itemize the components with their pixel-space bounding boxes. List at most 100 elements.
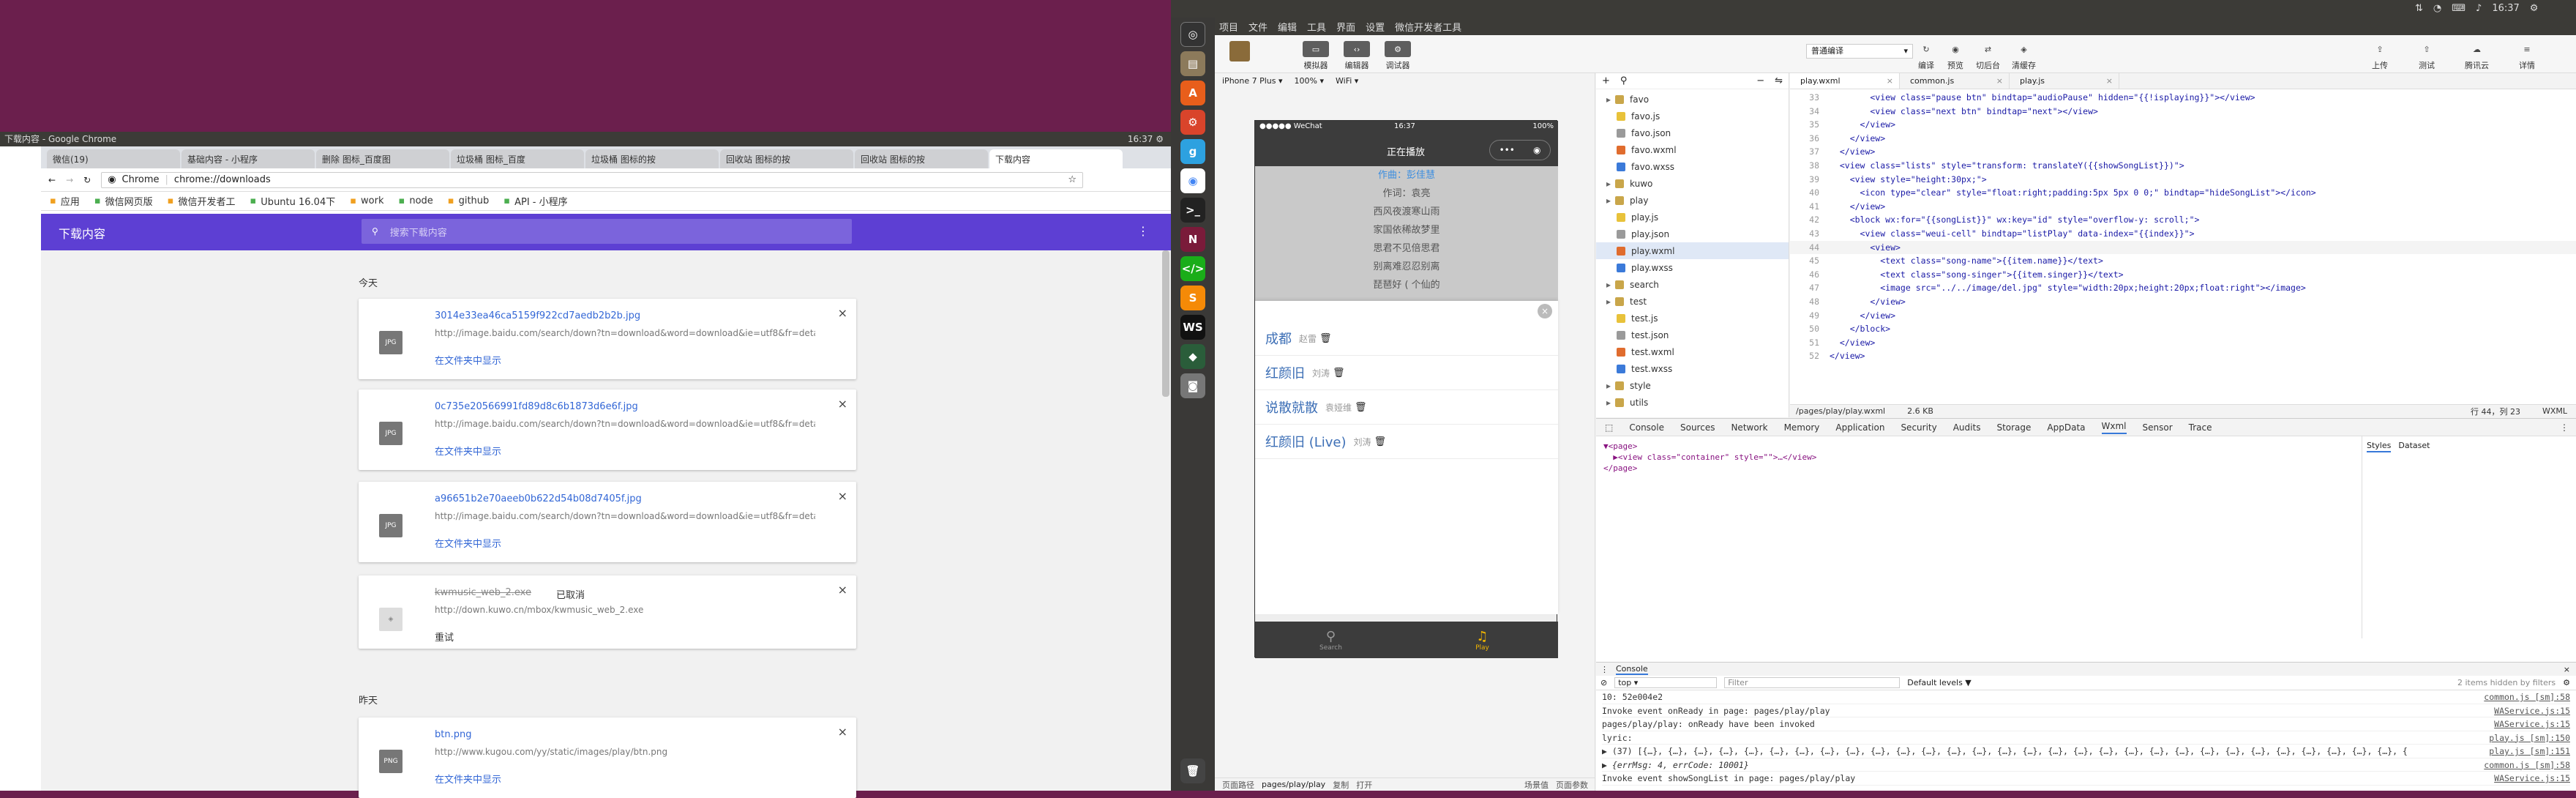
keyboard-icon[interactable]: ⌨ [2452, 3, 2465, 14]
console-settings-icon[interactable]: ⚙ [2563, 678, 2570, 687]
menu-item[interactable]: 文件 [1248, 20, 1268, 34]
clear-icon[interactable]: × [1538, 304, 1552, 318]
toolbar-button[interactable]: ↻ 编译 [1917, 41, 1935, 71]
file-url[interactable]: http://image.baidu.com/search/down?tn=do… [435, 419, 815, 429]
software-icon[interactable]: A [1180, 81, 1205, 105]
close-tab-icon[interactable]: × [1996, 76, 2003, 86]
code-line[interactable]: 49 </view> [1790, 309, 2576, 323]
expand-icon[interactable]: ▸ [1606, 398, 1611, 408]
console-message[interactable]: 10: 52e004e2 common.js [sm]:58 [1602, 690, 2570, 704]
toolbar-button[interactable]: ◈ 清缓存 [2012, 41, 2036, 71]
file-action-link[interactable]: 在文件夹中显示 [435, 536, 501, 550]
menu-item[interactable]: 微信开发者工具 [1395, 20, 1461, 34]
toolbar-button[interactable]: ⇄ 切后台 [1976, 41, 2000, 71]
file-name-link[interactable]: btn.png [435, 729, 471, 740]
code-line[interactable]: 35 </view> [1790, 118, 2576, 132]
file-url[interactable]: http://image.baidu.com/search/down?tn=do… [435, 328, 815, 338]
file-name-link[interactable]: a96651b2e70aeeb0b622d54b08d7405f.jpg [435, 493, 642, 504]
network-select[interactable]: WiFi ▾ [1336, 76, 1358, 86]
file-item[interactable]: play.json [1596, 225, 1789, 242]
code-line[interactable]: 50 </block> [1790, 322, 2576, 336]
file-action-link[interactable]: 在文件夹中显示 [435, 353, 501, 367]
file-name-link[interactable]: 0c735e20566991fd89d8c6b1873d6e6f.jpg [435, 401, 638, 412]
toolbar-button[interactable]: ☁ 腾讯云 [2465, 41, 2489, 71]
search-icon[interactable]: ⚲ [1620, 75, 1628, 86]
expand-icon[interactable]: ▸ [1606, 381, 1611, 391]
devtools-tab[interactable]: Audits [1953, 422, 1981, 433]
file-item[interactable]: favo.wxss [1596, 158, 1789, 175]
toolbar-button[interactable]: ⇧ 测试 [2418, 41, 2435, 71]
file-item[interactable]: favo.wxml [1596, 141, 1789, 158]
console-source-link[interactable]: WAService.js:15 [2494, 704, 2570, 717]
devtools-tab[interactable]: Wxml [2101, 421, 2127, 434]
folder-item[interactable]: ▸ search [1596, 276, 1789, 293]
menu-item[interactable]: 工具 [1307, 20, 1326, 34]
code-line[interactable]: 52 </view> [1790, 349, 2576, 363]
code-line[interactable]: 34 <view class="next btn" bindtap="next"… [1790, 105, 2576, 119]
devtools-tab[interactable]: Sources [1680, 422, 1715, 433]
remove-icon[interactable]: × [838, 306, 847, 320]
code-line[interactable]: 37 </view> [1790, 145, 2576, 159]
code-line[interactable]: 51 </view> [1790, 336, 2576, 350]
more-menu-icon[interactable]: ⋮ [1137, 224, 1149, 238]
capsule-button[interactable]: ••• ◉ [1489, 140, 1551, 160]
sublime-icon[interactable]: S [1180, 286, 1205, 310]
network-icon[interactable]: ⇅ [2415, 3, 2423, 14]
file-name-link[interactable]: 3014e33ea46ca5159f922cd7aedb2b2b.jpg [435, 310, 640, 321]
remove-icon[interactable]: × [838, 489, 847, 503]
lang-mode[interactable]: WXML [2542, 406, 2567, 416]
folder-item[interactable]: ▸ style [1596, 377, 1789, 394]
bookmark-item[interactable]: ▪ Ubuntu 16.04下 [250, 194, 335, 208]
delete-icon[interactable]: 🗑 [1333, 368, 1345, 379]
volume-icon[interactable]: ♪ [2476, 3, 2482, 14]
file-name-link[interactable]: kwmusic_web_2.exe [435, 587, 531, 598]
toolbar-button[interactable]: ‹› 编辑器 [1344, 41, 1370, 71]
code-line[interactable]: 36 </view> [1790, 132, 2576, 146]
file-action-link[interactable]: 重试 [435, 630, 454, 644]
song-item[interactable]: 红颜旧 刘涛 🗑 [1255, 356, 1558, 390]
device-select[interactable]: iPhone 7 Plus ▾ [1222, 76, 1283, 86]
zoom-select[interactable]: 100% ▾ [1295, 76, 1324, 86]
forward-icon[interactable]: → [66, 175, 73, 185]
code-line[interactable]: 33 <view class="pause btn" bindtap="audi… [1790, 91, 2576, 105]
browser-tab[interactable]: 回收站 图标的按 [855, 149, 988, 168]
avatar[interactable] [1229, 41, 1250, 61]
file-url[interactable]: http://www.kugou.com/yy/static/images/pl… [435, 747, 815, 757]
terminal-icon[interactable]: >_ [1180, 198, 1205, 223]
remove-icon[interactable]: × [838, 583, 847, 597]
expand-icon[interactable]: ▸ [1606, 179, 1611, 189]
song-item[interactable]: 红颜旧 (Live) 刘涛 🗑 [1255, 425, 1558, 459]
expand-icon[interactable]: ▸ [1606, 280, 1611, 290]
wxml-node[interactable]: ▶<view class="container" style="">…</vie… [1603, 452, 1816, 463]
params-label[interactable]: 页面参数 [1556, 779, 1588, 791]
devtools-tab[interactable]: AppData [2047, 422, 2085, 433]
settings-icon[interactable]: ⚙ [2530, 3, 2539, 14]
compile-mode-select[interactable]: 普通编译 ▾ [1806, 44, 1913, 59]
devtools-tab[interactable]: Application [1835, 422, 1884, 433]
console-message[interactable]: Invoke event showSongList in page: pages… [1602, 772, 2570, 786]
ebook-icon[interactable]: N [1180, 227, 1205, 252]
folder-item[interactable]: ▸ utils [1596, 394, 1789, 411]
bookmark-item[interactable]: ▪ 应用 [50, 194, 80, 208]
toolbar-button[interactable]: ⚙ 调试器 [1385, 41, 1411, 71]
toolbar-button[interactable]: ≡ 详情 [2518, 41, 2536, 71]
code-line[interactable]: 40 <icon type="clear" style="float:right… [1790, 186, 2576, 200]
file-item[interactable]: play.wxss [1596, 259, 1789, 276]
devtools-menu-icon[interactable]: ⋮ [2560, 422, 2569, 433]
levels-select[interactable]: Default levels ▼ [1907, 678, 1972, 687]
menu-item[interactable]: 设置 [1366, 20, 1385, 34]
close-tab-icon[interactable]: × [2106, 76, 2113, 86]
code-line[interactable]: 43 <view class="weui-cell" bindtap="list… [1790, 227, 2576, 241]
bookmark-item[interactable]: ▪ 微信网页版 [94, 194, 153, 208]
tab-play[interactable]: ♫ Play [1407, 622, 1558, 658]
remove-icon[interactable]: × [838, 725, 847, 739]
folder-item[interactable]: ▸ test [1596, 293, 1789, 310]
code-line[interactable]: 48 </view> [1790, 295, 2576, 309]
console-source-link[interactable]: WAService.js:15 [2494, 717, 2570, 731]
bookmark-item[interactable]: ▪ work [350, 195, 383, 206]
close-tab-icon[interactable]: × [1887, 76, 1893, 86]
console-message[interactable]: Invoke event onReady in page: pages/play… [1602, 704, 2570, 717]
file-item[interactable]: test.wxml [1596, 343, 1789, 360]
devtools-tab[interactable]: Storage [1996, 422, 2031, 433]
drawer-menu-icon[interactable]: ⋮ [1600, 665, 1609, 674]
